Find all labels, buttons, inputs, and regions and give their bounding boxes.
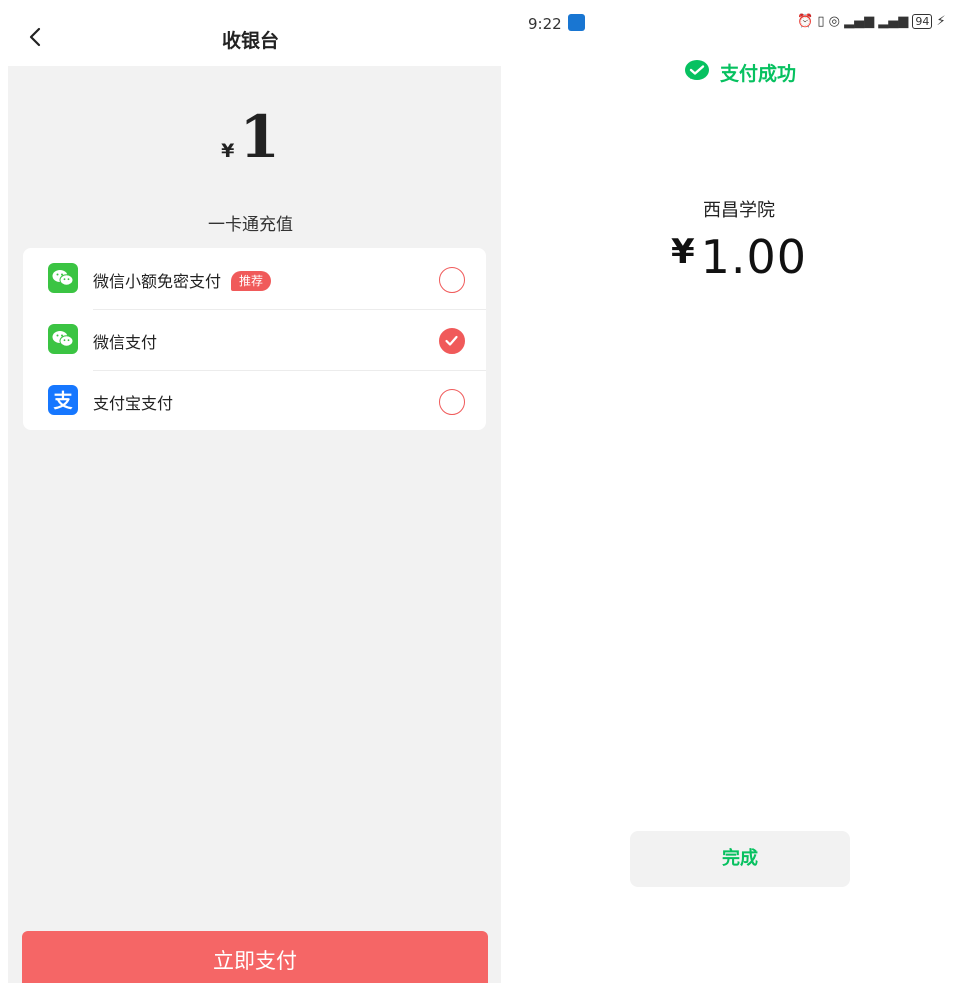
currency-symbol: ¥ (221, 140, 235, 162)
method-name: 支付宝支付 (93, 394, 174, 413)
order-amount: ¥ 1 (0, 108, 501, 166)
success-label: 支付成功 (720, 63, 797, 85)
status-bar-icons: ⏰ ▯ ◎ ▂▄▆ ▂▄▆ 94 ⚡ (797, 14, 946, 29)
signal-icon: ▂▄▆ (844, 14, 875, 29)
done-button[interactable]: 完成 (630, 831, 850, 887)
payment-method-wechat[interactable]: 微信支付 (23, 309, 486, 370)
order-description: 一卡通充值 (208, 215, 293, 235)
radio-unchecked[interactable] (439, 267, 465, 293)
page-title: 收银台 (221, 30, 279, 52)
recommend-badge: 推荐 (231, 271, 272, 291)
notification-icon (568, 14, 585, 31)
paid-amount: ¥1.00 (501, 230, 955, 284)
radio-unchecked[interactable] (439, 389, 465, 415)
battery-icon: 94 (912, 14, 933, 29)
cashier-panel: 收银台 ¥ 1 一卡通充值 微信小额免密支付 推荐 微信支付 支 支付宝支付 立… (0, 0, 501, 983)
wechat-icon (48, 324, 78, 354)
success-header: 支付成功 (684, 58, 796, 85)
hotspot-icon: ◎ (828, 14, 840, 29)
radio-checked[interactable] (439, 328, 465, 354)
payment-method-wechat-nopwd[interactable]: 微信小额免密支付 推荐 (23, 248, 486, 309)
svg-text:支: 支 (52, 390, 73, 412)
amount-value: 1.00 (700, 230, 808, 284)
payment-method-list: 微信小额免密支付 推荐 微信支付 支 支付宝支付 (23, 248, 486, 430)
check-icon (445, 335, 458, 346)
alipay-icon: 支 (48, 385, 78, 415)
status-bar-time: 9:22 (528, 15, 562, 33)
vibrate-icon: ▯ (817, 14, 825, 29)
charging-icon: ⚡ (936, 14, 946, 29)
merchant-name: 西昌学院 (703, 200, 775, 221)
pay-now-button[interactable]: 立即支付 (22, 931, 488, 983)
payment-success-panel: 9:22 ⏰ ▯ ◎ ▂▄▆ ▂▄▆ 94 ⚡ 支付成功 西昌学院 ¥1.00 … (501, 0, 955, 983)
wechat-icon (48, 263, 78, 293)
payment-method-alipay[interactable]: 支 支付宝支付 (23, 370, 486, 431)
currency-symbol: ¥ (670, 232, 695, 272)
cashier-header: 收银台 (0, 0, 501, 66)
alarm-icon: ⏰ (797, 14, 814, 29)
method-name: 微信支付 (93, 333, 158, 352)
wechat-pay-icon (685, 60, 709, 80)
cashier-body (8, 66, 501, 983)
amount-value: 1 (239, 103, 280, 171)
method-name: 微信小额免密支付 (93, 272, 222, 291)
signal-icon: ▂▄▆ (878, 14, 909, 29)
payment-method-label: 微信小额免密支付 推荐 (93, 268, 272, 292)
